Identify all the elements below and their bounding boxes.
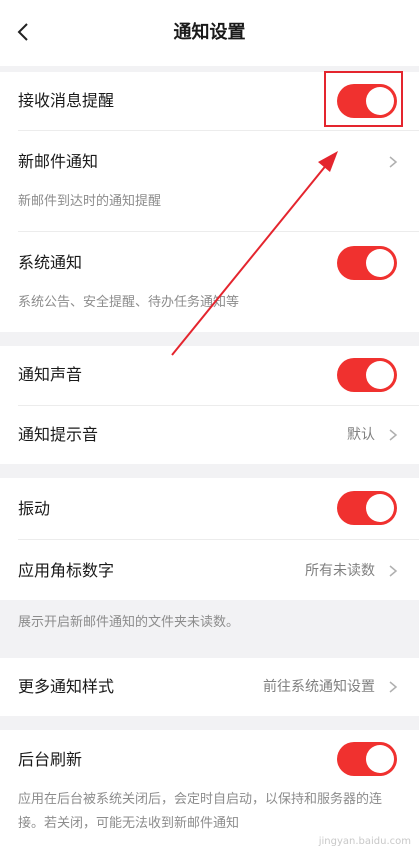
row-value: 所有未读数 (305, 563, 375, 579)
chevron-right-icon (389, 156, 398, 168)
toggle-knob (366, 249, 394, 277)
system-notify-toggle[interactable] (337, 246, 397, 280)
nav-bar: 通知设置 (0, 0, 419, 66)
toggle-knob (366, 361, 394, 389)
chevron-right-icon (389, 565, 398, 577)
row-label: 系统通知 (18, 253, 83, 272)
vibrate-toggle[interactable] (337, 491, 397, 525)
section-vibrate-badge: 振动 应用角标数字 所有未读数 (0, 478, 419, 600)
background-refresh-toggle[interactable] (337, 742, 397, 776)
annotation-highlight-box (324, 71, 403, 127)
toggle-knob (366, 494, 394, 522)
row-ringtone[interactable]: 通知提示音 默认 (0, 406, 419, 464)
row-label: 通知提示音 (18, 425, 99, 444)
row-description: 系统公告、安全提醒、待办任务通知等 (18, 295, 240, 310)
section-more-styles: 更多通知样式 前往系统通知设置 (0, 658, 419, 716)
row-value: 前往系统通知设置 (263, 679, 375, 695)
row-description: 新邮件到达时的通知提醒 (18, 194, 162, 209)
notify-sound-toggle[interactable] (337, 358, 397, 392)
row-label: 接收消息提醒 (18, 91, 115, 110)
row-label: 振动 (18, 499, 51, 518)
row-label: 后台刷新 (18, 750, 83, 769)
section-sound: 通知声音 通知提示音 默认 (0, 346, 419, 464)
page-title: 通知设置 (173, 22, 246, 43)
row-system-notify: 系统通知 系统公告、安全提醒、待办任务通知等 (0, 232, 419, 332)
row-value: 默认 (347, 427, 375, 443)
row-background-refresh: 后台刷新 (0, 730, 419, 790)
watermark-text: jingyan.baidu.com (318, 836, 411, 847)
row-label: 新邮件通知 (18, 152, 99, 171)
badge-note: 展示开启新邮件通知的文件夹未读数。 (18, 615, 240, 630)
row-notify-sound: 通知声音 (0, 346, 419, 404)
chevron-right-icon (389, 681, 398, 693)
row-badge-number[interactable]: 应用角标数字 所有未读数 (0, 540, 419, 600)
row-label: 更多通知样式 (18, 677, 115, 696)
chevron-right-icon (389, 429, 398, 441)
toggle-knob (366, 745, 394, 773)
row-vibrate: 振动 (0, 478, 419, 538)
row-new-mail[interactable]: 新邮件通知 新邮件到达时的通知提醒 (0, 131, 419, 231)
row-more-styles[interactable]: 更多通知样式 前往系统通知设置 (0, 658, 419, 716)
background-refresh-note: 应用在后台被系统关闭后，会定时自启动，以保持和服务器的连接。若关闭，可能无法收到… (18, 792, 383, 831)
row-label: 通知声音 (18, 365, 83, 384)
row-label: 应用角标数字 (18, 561, 115, 580)
